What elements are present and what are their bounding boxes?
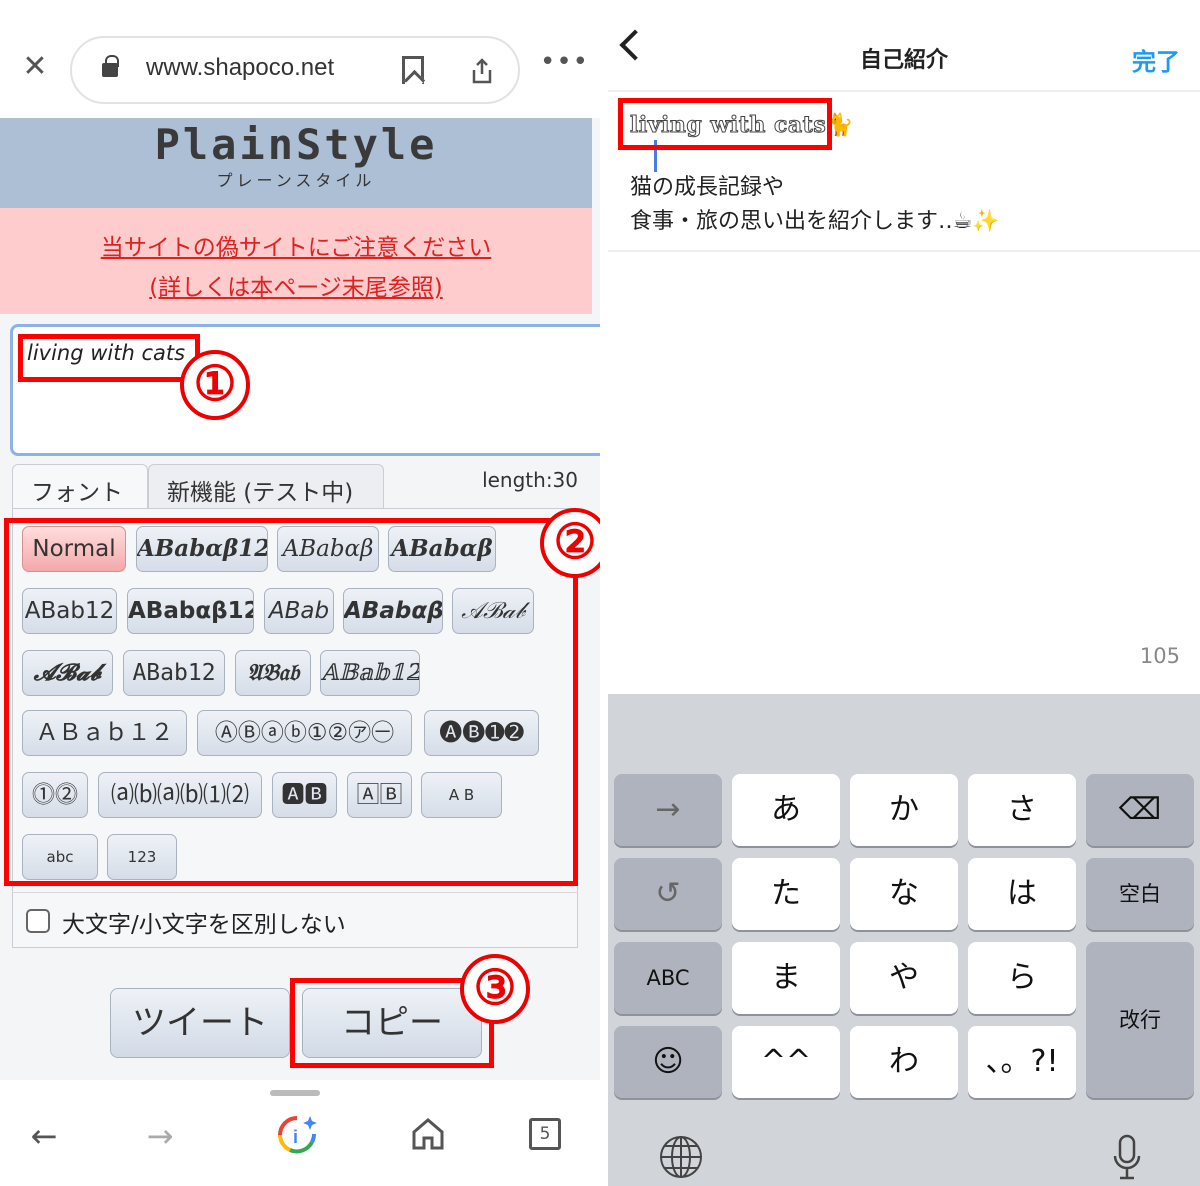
browser-toolbar: ✕ www.shapoco.net ••• [0, 0, 600, 118]
tab-font[interactable]: フォント [12, 464, 148, 510]
keyboard-key[interactable]: な [850, 858, 958, 930]
keyboard-key[interactable]: さ [968, 774, 1076, 846]
browser-bottom-nav: ← → i 5 [0, 1080, 600, 1186]
more-icon[interactable]: ••• [540, 49, 589, 75]
warning-banner: 当サイトの偽サイトにご注意ください (詳しくは本ページ末尾参照) [0, 208, 592, 314]
warning-link[interactable]: 当サイトの偽サイトにご注意ください [0, 228, 592, 268]
keyboard-key[interactable]: た [732, 858, 840, 930]
case-insensitive-label: 大文字/小文字を区別しない [62, 912, 346, 938]
drag-handle[interactable] [270, 1090, 320, 1096]
warning-detail-link[interactable]: (詳しくは本ページ末尾参照) [0, 268, 592, 308]
site-logo-subtitle: プレーンスタイル [216, 171, 376, 190]
svg-text:i: i [293, 1127, 298, 1147]
keyboard-key[interactable]: → [614, 774, 722, 846]
keyboard-key[interactable]: ⌫ [1086, 774, 1194, 846]
bio-edit-panel: 自己紹介 完了 living with cats🐈 猫の成長記録や 食事・旅の思… [608, 0, 1200, 1186]
address-bar[interactable]: www.shapoco.net [70, 36, 520, 104]
bio-line-3: 食事・旅の思い出を紹介します‥☕✨ [630, 209, 1000, 234]
close-icon[interactable]: ✕ [20, 52, 50, 82]
keyboard-key[interactable]: 改行 [1086, 942, 1194, 1098]
done-button[interactable]: 完了 [1132, 42, 1180, 77]
bio-header: 自己紹介 完了 [608, 0, 1200, 92]
tweet-button[interactable]: ツイート [110, 988, 290, 1058]
japanese-keyboard: → あかさ ⌫ ↺ たなは空白 ABC まやら改行 ☺ ^^ わ、。?! [608, 694, 1200, 1186]
annotation-box-2 [4, 518, 578, 886]
bio-line-2: 猫の成長記録や [630, 175, 785, 200]
share-icon[interactable] [470, 58, 494, 84]
microphone-icon[interactable] [1112, 1134, 1142, 1182]
keyboard-key[interactable]: ま [732, 942, 840, 1014]
url-text: www.shapoco.net [146, 54, 335, 81]
keyboard-key[interactable]: 空白 [1086, 858, 1194, 930]
google-lens-icon[interactable]: i [276, 1114, 318, 1156]
keyboard-key[interactable]: ↺ [614, 858, 722, 930]
divider [608, 250, 1200, 252]
keyboard-key[interactable]: 、。?! [968, 1026, 1076, 1098]
keyboard-key[interactable]: か [850, 774, 958, 846]
keyboard-key[interactable]: あ [732, 774, 840, 846]
length-counter: length:30 [482, 468, 578, 492]
site-logo: PlainStyle [154, 120, 438, 169]
tab-new-feature[interactable]: 新機能 (テスト中) [148, 464, 384, 510]
annotation-box-1 [18, 334, 200, 382]
page-title: 自己紹介 [859, 48, 948, 73]
keyboard-key[interactable]: ら [968, 942, 1076, 1014]
panel-divider [600, 0, 608, 1186]
keyboard-key[interactable]: ☺ [614, 1026, 722, 1098]
arrow-right-icon[interactable]: → [140, 1116, 180, 1156]
keyboard-key[interactable]: は [968, 858, 1076, 930]
browser-panel: ✕ www.shapoco.net ••• PlainStyle プレーンスタイ… [0, 0, 600, 1186]
case-insensitive-checkbox[interactable] [26, 909, 50, 933]
site-header: PlainStyle プレーンスタイル [0, 118, 592, 208]
annotation-box-bio [618, 98, 832, 150]
tab-bar: フォント 新機能 (テスト中) length:30 [12, 464, 592, 510]
keyboard-key[interactable]: や [850, 942, 958, 1014]
lock-icon [102, 55, 119, 77]
keyboard-key[interactable]: ^^ [732, 1026, 840, 1098]
annotation-number-1: ① [180, 350, 250, 420]
case-option-row: 大文字/小文字を区別しない [12, 892, 578, 948]
arrow-left-icon[interactable]: ← [24, 1116, 64, 1156]
char-counter: 105 [1139, 644, 1180, 668]
keyboard-key[interactable]: ABC [614, 942, 722, 1014]
home-icon[interactable] [410, 1116, 446, 1152]
globe-icon[interactable] [658, 1134, 704, 1180]
bookmark-icon[interactable] [402, 56, 424, 84]
tabs-icon[interactable]: 5 [529, 1118, 561, 1150]
keyboard-key[interactable]: わ [850, 1026, 958, 1098]
annotation-number-3: ③ [460, 954, 530, 1024]
